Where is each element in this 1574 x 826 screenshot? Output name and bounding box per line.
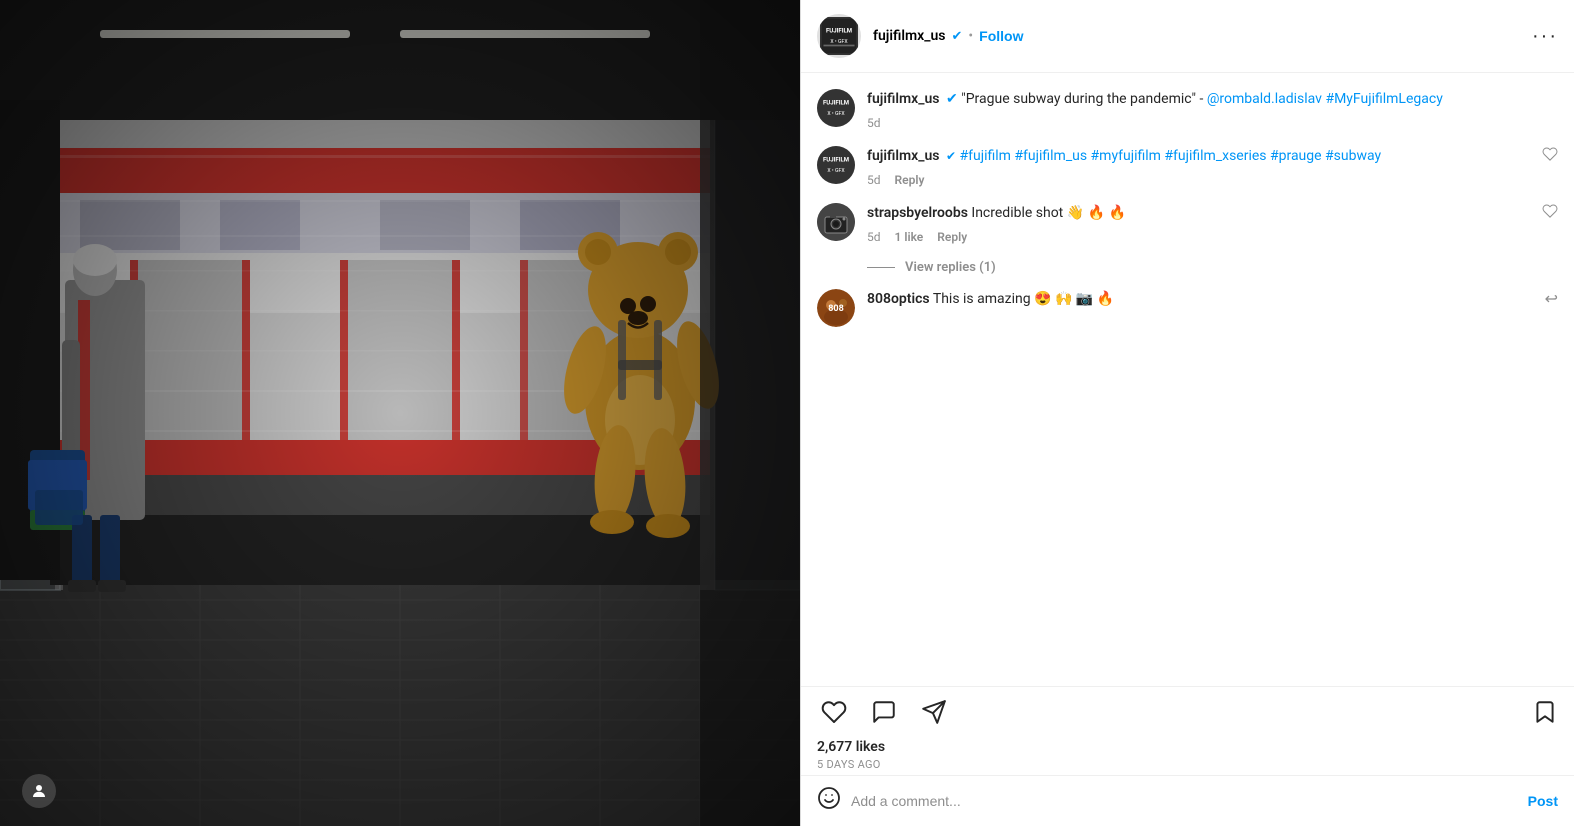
action-bar xyxy=(801,686,1574,733)
bookmark-button[interactable] xyxy=(1532,699,1558,725)
comment-3-username[interactable]: 808optics xyxy=(867,291,930,307)
main-caption-body: fujifilmx_us ✔ "Prague subway during the… xyxy=(867,89,1558,130)
comment-row-2: strapsbyelroobs Incredible shot 👋 🔥 🔥 5d… xyxy=(817,203,1558,244)
like-button[interactable] xyxy=(817,695,851,729)
view-replies-line xyxy=(867,267,895,268)
more-options-button[interactable]: ··· xyxy=(1532,25,1558,48)
comment-2-avatar[interactable] xyxy=(817,203,855,241)
main-caption-text: fujifilmx_us ✔ "Prague subway during the… xyxy=(867,89,1558,110)
comment-row-3: 808 808optics This is amazing 😍 🙌 📷 🔥 ↩ xyxy=(817,289,1558,327)
svg-text:FUJIFILM: FUJIFILM xyxy=(823,157,849,164)
comment-1-username[interactable]: fujifilmx_us xyxy=(867,148,940,164)
comment-1-text: fujifilmx_us ✔ #fujifilm #fujifilm_us #m… xyxy=(867,146,1530,167)
post-header: FUJIFILM X • GFX fujifilmx_us ✔ • Follow… xyxy=(801,0,1574,73)
svg-text:X • GFX: X • GFX xyxy=(830,39,848,45)
emoji-button[interactable] xyxy=(817,786,841,816)
header-verified-badge: ✔ xyxy=(952,29,963,44)
comments-section: FUJIFILM X • GFX fujifilmx_us ✔ "Prague … xyxy=(801,73,1574,686)
svg-text:FUJIFILM: FUJIFILM xyxy=(826,28,852,35)
right-panel: FUJIFILM X • GFX fujifilmx_us ✔ • Follow… xyxy=(800,0,1574,826)
comment-1-body: fujifilmx_us ✔ #fujifilm #fujifilm_us #m… xyxy=(867,146,1530,187)
comment-2-reply[interactable]: Reply xyxy=(937,230,967,244)
view-replies-button[interactable]: View replies (1) xyxy=(905,260,996,275)
svg-text:FUJIFILM: FUJIFILM xyxy=(823,100,849,107)
header-username[interactable]: fujifilmx_us xyxy=(873,28,946,44)
follow-button[interactable]: Follow xyxy=(979,28,1023,44)
header-avatar[interactable]: FUJIFILM X • GFX xyxy=(817,14,861,58)
comment-3-avatar[interactable]: 808 xyxy=(817,289,855,327)
comment-2-body: strapsbyelroobs Incredible shot 👋 🔥 🔥 5d… xyxy=(867,203,1530,244)
comment-3-body: 808optics This is amazing 😍 🙌 📷 🔥 xyxy=(867,289,1533,310)
comment-1-time: 5d xyxy=(867,173,881,187)
photo-panel xyxy=(0,0,800,826)
comment-1-like[interactable] xyxy=(1542,146,1558,166)
caption-avatar[interactable]: FUJIFILM X • GFX xyxy=(817,89,855,127)
time-ago: 5 DAYS AGO xyxy=(817,758,1558,771)
comment-button[interactable] xyxy=(867,695,901,729)
comment-input-row: Post xyxy=(801,775,1574,826)
user-avatar-bottom[interactable] xyxy=(22,774,56,808)
comment-2-like[interactable] xyxy=(1542,203,1558,223)
likes-section: 2,677 likes 5 DAYS AGO xyxy=(801,733,1574,775)
svg-text:X • GFX: X • GFX xyxy=(827,111,845,117)
comment-1-avatar[interactable]: FUJIFILM X • GFX xyxy=(817,146,855,184)
main-caption-row: FUJIFILM X • GFX fujifilmx_us ✔ "Prague … xyxy=(817,89,1558,130)
caption-username[interactable]: fujifilmx_us xyxy=(867,91,940,107)
comment-3-text: 808optics This is amazing 😍 🙌 📷 🔥 xyxy=(867,289,1533,310)
comment-3-like[interactable]: ↩ xyxy=(1545,289,1558,308)
comment-input[interactable] xyxy=(851,793,1518,809)
caption-time: 5d xyxy=(867,116,881,130)
post-button[interactable]: Post xyxy=(1528,793,1558,809)
svg-text:X • GFX: X • GFX xyxy=(827,168,845,174)
view-replies-row: View replies (1) xyxy=(867,260,1558,275)
comment-2-likes: 1 like xyxy=(895,230,924,244)
comment-row-1: FUJIFILM X • GFX fujifilmx_us ✔ #fujifil… xyxy=(817,146,1558,187)
likes-count[interactable]: 2,677 likes xyxy=(817,739,1558,755)
caption-verified: ✔ xyxy=(946,91,958,107)
comment-1-reply[interactable]: Reply xyxy=(895,173,925,187)
comment-1-meta: 5d Reply xyxy=(867,173,1530,187)
action-icons xyxy=(817,695,1558,729)
header-username-area: fujifilmx_us ✔ • Follow xyxy=(873,28,1520,44)
comment-2-username[interactable]: strapsbyelroobs xyxy=(867,205,968,221)
svg-text:808: 808 xyxy=(828,304,844,314)
comment-2-time: 5d xyxy=(867,230,881,244)
share-button[interactable] xyxy=(917,695,951,729)
comment-2-text: strapsbyelroobs Incredible shot 👋 🔥 🔥 xyxy=(867,203,1530,224)
header-dot: • xyxy=(968,28,973,44)
comment-2-meta: 5d 1 like Reply xyxy=(867,230,1530,244)
caption-content: "Prague subway during the pandemic" - @r… xyxy=(961,91,1443,107)
caption-meta: 5d xyxy=(867,116,1558,130)
